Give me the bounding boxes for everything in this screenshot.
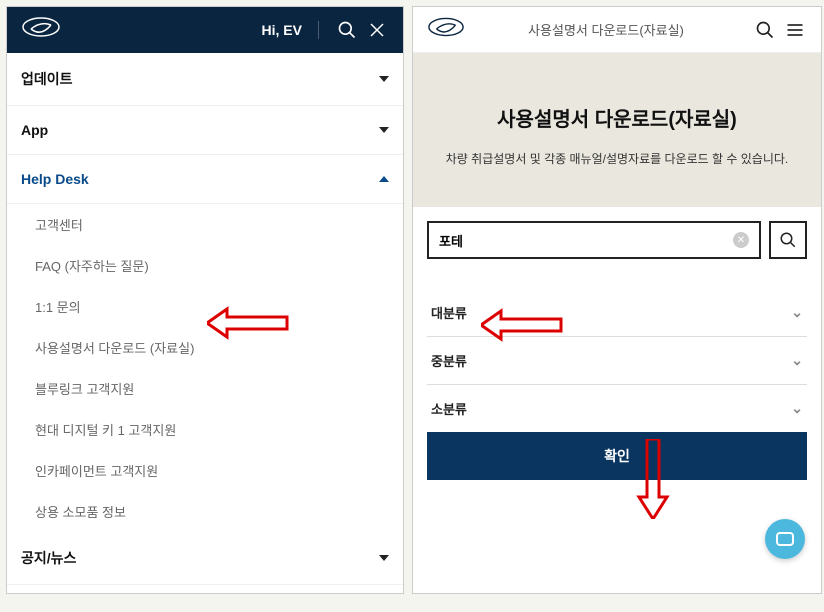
sub-item-faq[interactable]: FAQ (자주하는 질문) (7, 245, 403, 286)
search-input-wrap: ✕ (427, 221, 761, 259)
sub-item-consumables[interactable]: 상용 소모품 정보 (7, 491, 403, 532)
chevron-down-icon (379, 76, 389, 82)
divider (318, 21, 319, 39)
right-pane: 사용설명서 다운로드(자료실) 사용설명서 다운로드(자료실) 차량 취급설명서… (412, 6, 822, 594)
search-bar: ✕ (413, 207, 821, 273)
close-icon[interactable] (365, 18, 389, 42)
chevron-down-icon (379, 127, 389, 133)
dropdown-cat3[interactable]: 소분류⌄ (427, 384, 807, 432)
hyundai-logo (21, 17, 61, 43)
hi-ev-link[interactable]: Hi, EV (262, 22, 302, 38)
sub-item-incar-payment[interactable]: 인카페이먼트 고객지원 (7, 450, 403, 491)
menu-helpdesk[interactable]: Help Desk (7, 155, 403, 204)
filter-block: 대분류⌄ 중분류⌄ 소분류⌄ 확인 (413, 289, 821, 480)
search-icon[interactable] (753, 18, 777, 42)
sub-item-digital-key[interactable]: 현대 디지털 키 1 고객지원 (7, 409, 403, 450)
search-button[interactable] (769, 221, 807, 259)
confirm-button[interactable]: 확인 (427, 432, 807, 480)
sub-item-inquiry[interactable]: 1:1 문의 (7, 286, 403, 327)
sub-item-bluelink[interactable]: 블루링크 고객지원 (7, 368, 403, 409)
clear-icon[interactable]: ✕ (733, 232, 749, 248)
chevron-down-icon: ⌄ (791, 400, 803, 417)
search-icon[interactable] (335, 18, 359, 42)
menu-icon[interactable] (783, 18, 807, 42)
chevron-down-icon (379, 555, 389, 561)
menu-ended-services[interactable]: 종료된 서비스 (7, 585, 403, 594)
chevron-down-icon: ⌄ (791, 352, 803, 369)
chat-icon (776, 532, 794, 546)
sub-item-customer-center[interactable]: 고객센터 (7, 204, 403, 245)
hero-section: 사용설명서 다운로드(자료실) 차량 취급설명서 및 각종 매뉴얼/설명자료를 … (413, 53, 821, 207)
left-pane: Hi, EV 업데이트 App Help Desk 고객센터 FAQ (자주하는… (6, 6, 404, 594)
hero-subtitle: 차량 취급설명서 및 각종 매뉴얼/설명자료를 다운로드 할 수 있습니다. (433, 150, 801, 167)
dropdown-cat1[interactable]: 대분류⌄ (427, 289, 807, 336)
sub-item-manual-download[interactable]: 사용설명서 다운로드 (자료실) (7, 327, 403, 368)
chat-fab[interactable] (765, 519, 805, 559)
dropdown-cat2[interactable]: 중분류⌄ (427, 336, 807, 384)
chevron-up-icon (379, 176, 389, 182)
hero-title: 사용설명서 다운로드(자료실) (433, 103, 801, 132)
menu-notice[interactable]: 공지/뉴스 (7, 532, 403, 585)
header: 사용설명서 다운로드(자료실) (413, 7, 821, 53)
page-title: 사용설명서 다운로드(자료실) (465, 20, 747, 39)
header: Hi, EV (7, 7, 403, 53)
hyundai-logo (427, 17, 465, 43)
menu-update[interactable]: 업데이트 (7, 53, 403, 106)
menu-app[interactable]: App (7, 106, 403, 155)
chevron-down-icon: ⌄ (791, 304, 803, 321)
search-input[interactable] (439, 233, 733, 248)
